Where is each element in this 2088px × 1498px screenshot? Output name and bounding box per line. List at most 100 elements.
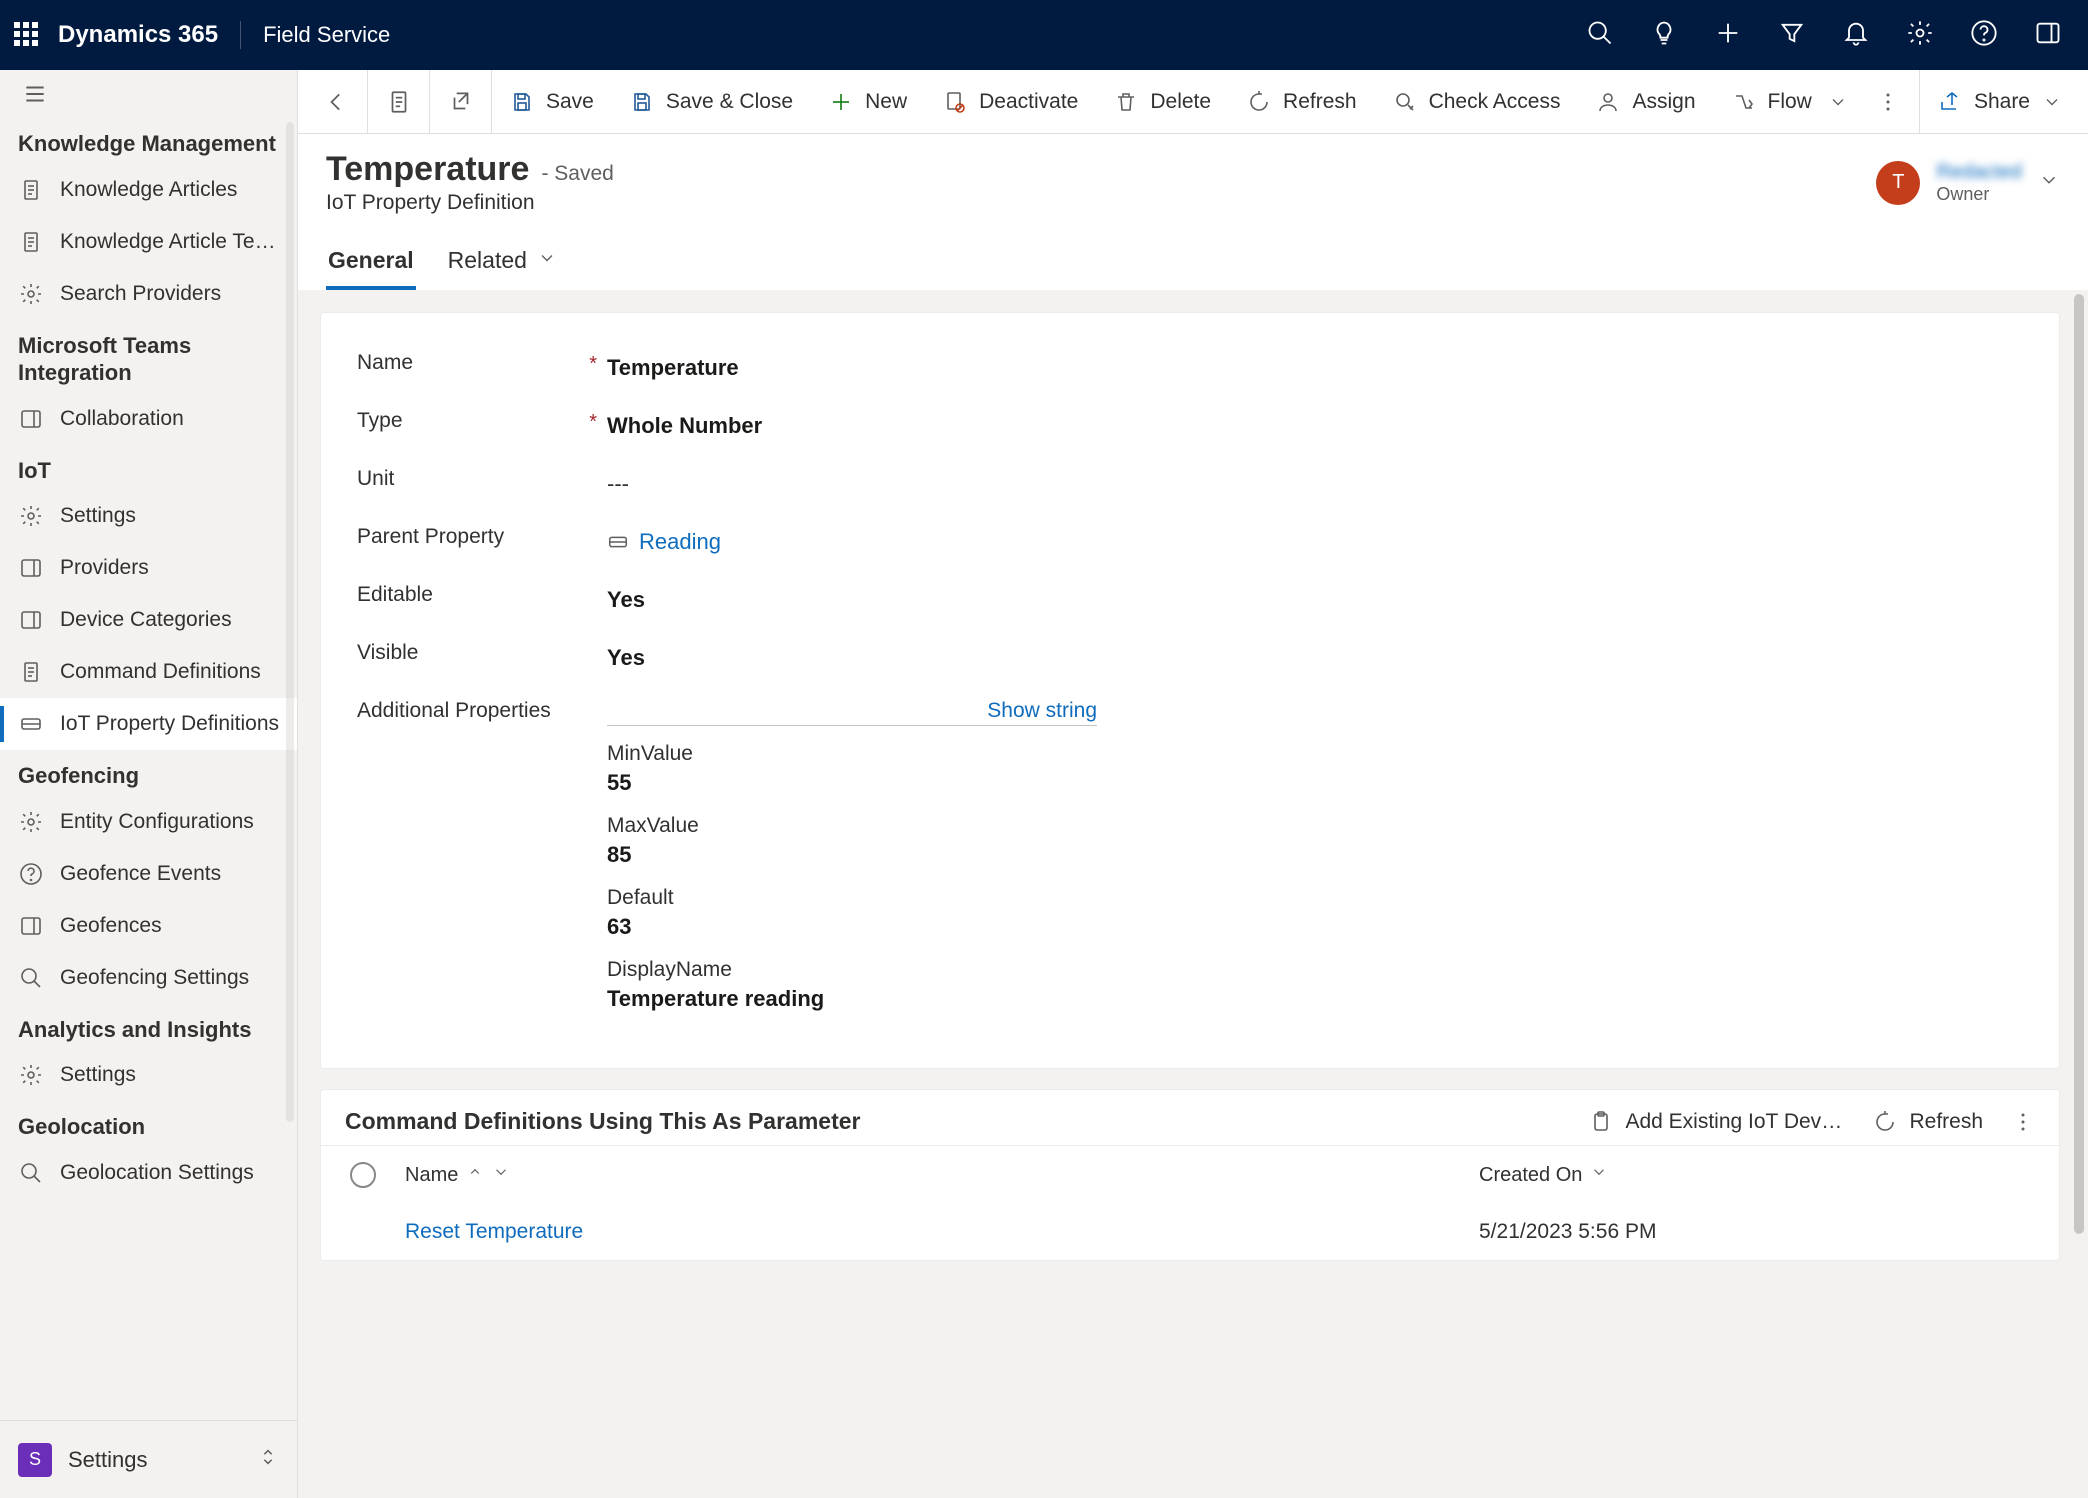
chevron-down-icon	[537, 247, 557, 274]
help-icon[interactable]	[1970, 19, 1998, 52]
chevron-down-icon	[1590, 1163, 1608, 1187]
content-scrollbar[interactable]	[2074, 294, 2084, 1234]
sidebar-item-device-categories[interactable]: Device Categories	[0, 594, 297, 646]
owner-control[interactable]: T Redacted Owner	[1876, 161, 2060, 205]
field-value-parent[interactable]: Reading	[607, 525, 721, 555]
additional-property-item: Default 63	[607, 886, 1097, 952]
sidebar-item-providers[interactable]: Providers	[0, 542, 297, 594]
app-launcher-icon[interactable]	[14, 22, 40, 48]
field-value-visible[interactable]: Yes	[607, 641, 645, 671]
gear-icon	[18, 1063, 44, 1087]
sidebar-item-settings[interactable]: Settings	[0, 490, 297, 542]
back-button[interactable]	[306, 70, 368, 133]
sidebar-item-label: Geofences	[60, 914, 285, 938]
field-label-type: Type*	[357, 409, 607, 433]
sidebar-item-settings[interactable]: Settings	[0, 1049, 297, 1101]
fence-icon	[18, 914, 44, 938]
subgrid-command-definitions: Command Definitions Using This As Parame…	[320, 1089, 2060, 1261]
chevron-down-icon	[2042, 92, 2062, 112]
sidebar-item-label: Entity Configurations	[60, 810, 285, 834]
insights-icon[interactable]	[1650, 19, 1678, 52]
save-close-button[interactable]: Save & Close	[612, 70, 811, 133]
sidebar-item-command-definitions[interactable]: Command Definitions	[0, 646, 297, 698]
table-row[interactable]: Reset Temperature5/21/2023 5:56 PM	[321, 1204, 2059, 1260]
nav-section-label: Analytics and Insights	[0, 1004, 297, 1050]
sidebar-item-knowledge-articles[interactable]: Knowledge Articles	[0, 164, 297, 216]
refresh-button[interactable]: Refresh	[1229, 70, 1375, 133]
area-tile: S	[18, 1443, 52, 1477]
additional-property-label: Default	[607, 886, 1097, 910]
additional-property-value[interactable]: 85	[607, 842, 1097, 868]
search-settings-icon	[18, 282, 44, 306]
field-label-editable: Editable	[357, 583, 607, 607]
sidebar-item-iot-property-definitions[interactable]: IoT Property Definitions	[0, 698, 297, 750]
check-access-button[interactable]: Check Access	[1375, 70, 1579, 133]
add-icon[interactable]	[1714, 19, 1742, 52]
additional-property-item: MaxValue85	[607, 814, 1097, 880]
sidebar-collapse-button[interactable]	[0, 70, 297, 118]
open-in-new-button[interactable]	[430, 70, 492, 133]
sidebar-item-geofencing-settings[interactable]: Geofencing Settings	[0, 952, 297, 1004]
overflow-button[interactable]	[1866, 70, 1910, 133]
save-button[interactable]: Save	[492, 70, 612, 133]
sidebar-item-label: Geofence Events	[60, 862, 285, 886]
additional-property-value[interactable]: Temperature reading	[607, 986, 1097, 1012]
record-header: Temperature - Saved IoT Property Definit…	[298, 134, 2088, 290]
nav-section-label: IoT	[0, 445, 297, 491]
subgrid-overflow-button[interactable]	[2011, 1110, 2035, 1134]
subgrid-title: Command Definitions Using This As Parame…	[345, 1108, 860, 1135]
field-label-unit: Unit	[357, 467, 607, 491]
sidebar-scrollbar[interactable]	[286, 122, 294, 1122]
sidebar-item-label: Collaboration	[60, 407, 285, 431]
column-header-created-on[interactable]: Created On	[1479, 1163, 2035, 1187]
subgrid-refresh-button[interactable]: Refresh	[1873, 1110, 1983, 1134]
nav-section-label: Knowledge Management	[0, 118, 297, 164]
record-save-status: - Saved	[541, 162, 613, 186]
field-value-unit[interactable]: ---	[607, 467, 629, 497]
app-name[interactable]: Field Service	[241, 22, 390, 48]
sidebar-item-search-providers[interactable]: Search Providers	[0, 268, 297, 320]
field-label-parent: Parent Property	[357, 525, 607, 549]
sidebar-item-entity-configurations[interactable]: Entity Configurations	[0, 796, 297, 848]
additional-property-value[interactable]: 63	[607, 914, 1097, 940]
area-switcher[interactable]: S Settings	[0, 1420, 297, 1498]
delete-button[interactable]: Delete	[1096, 70, 1229, 133]
subgrid-header-row: Name Created On	[321, 1145, 2059, 1204]
new-button[interactable]: New	[811, 70, 925, 133]
sidebar-item-geofence-events[interactable]: Geofence Events	[0, 848, 297, 900]
sidebar-item-label: Settings	[60, 1063, 285, 1087]
sidebar-item-geolocation-settings[interactable]: Geolocation Settings	[0, 1147, 297, 1199]
column-header-name[interactable]: Name	[405, 1163, 1455, 1187]
field-value-name[interactable]: Temperature	[607, 351, 739, 381]
general-section-card: Name* Temperature Type* Whole Number Uni…	[320, 312, 2060, 1069]
deactivate-button[interactable]: Deactivate	[925, 70, 1096, 133]
flow-button[interactable]: Flow	[1714, 70, 1866, 133]
form-selector-button[interactable]	[368, 70, 430, 133]
share-button[interactable]: Share	[1919, 70, 2080, 133]
notifications-icon[interactable]	[1842, 19, 1870, 52]
search-icon[interactable]	[1586, 19, 1614, 52]
chevron-down-icon	[492, 1163, 510, 1187]
field-value-editable[interactable]: Yes	[607, 583, 645, 613]
sort-asc-icon	[466, 1163, 484, 1187]
subgrid-add-existing-button[interactable]: Add Existing IoT Device Command Definiti…	[1589, 1110, 1845, 1134]
show-string-link[interactable]: Show string	[987, 699, 1097, 723]
select-all-checkbox[interactable]	[345, 1162, 381, 1188]
field-value-type[interactable]: Whole Number	[607, 409, 762, 439]
nav-section-label: Microsoft Teams Integration	[0, 320, 297, 393]
side-panel-icon[interactable]	[2034, 19, 2062, 52]
additional-property-value[interactable]: 55	[607, 770, 1097, 796]
settings-icon[interactable]	[1906, 19, 1934, 52]
sidebar-item-collaboration[interactable]: Collaboration	[0, 393, 297, 445]
form-tabs: General Related	[326, 215, 2060, 290]
brand-label[interactable]: Dynamics 365	[58, 21, 241, 49]
row-name-link[interactable]: Reset Temperature	[405, 1220, 1455, 1244]
record-entity-label: IoT Property Definition	[326, 191, 614, 215]
sidebar-item-knowledge-article-templates[interactable]: Knowledge Article Templates	[0, 216, 297, 268]
tab-related[interactable]: Related	[446, 237, 559, 290]
tab-general[interactable]: General	[326, 237, 416, 290]
sidebar-item-geofences[interactable]: Geofences	[0, 900, 297, 952]
chat-icon	[18, 407, 44, 431]
assign-button[interactable]: Assign	[1578, 70, 1713, 133]
filter-icon[interactable]	[1778, 19, 1806, 52]
